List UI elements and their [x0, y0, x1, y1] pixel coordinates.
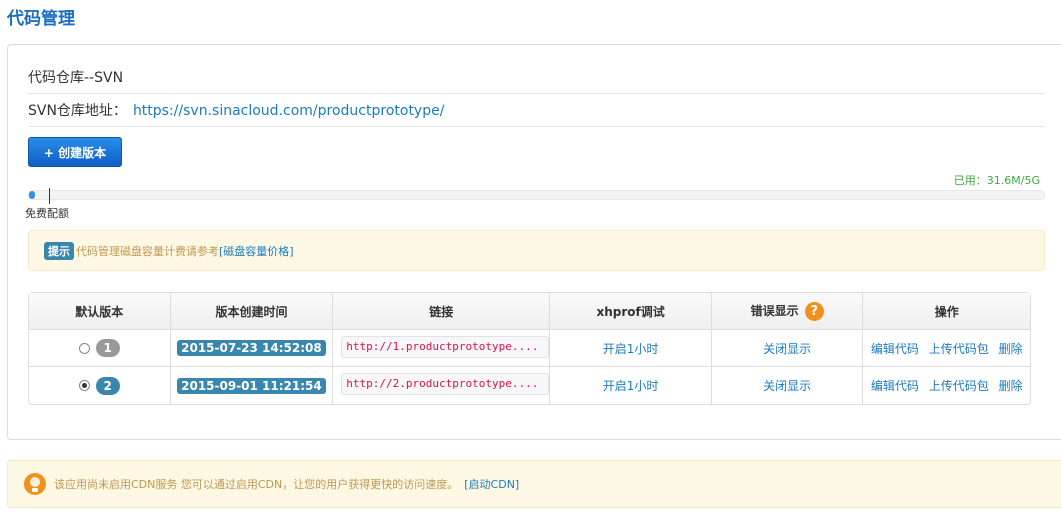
- free-quota-marker: [49, 188, 50, 204]
- link-cell: http://2.productprototype....: [333, 367, 551, 404]
- version-badge: 2: [95, 376, 120, 395]
- tip-text: 代码管理磁盘容量计费请参考: [76, 244, 219, 258]
- enable-cdn-link[interactable]: [启动CDN]: [464, 476, 519, 492]
- error-display-cell: 关闭显示: [711, 330, 864, 367]
- col-link: 链接: [333, 293, 551, 330]
- xhprof-enable-link[interactable]: 开启1小时: [603, 379, 659, 393]
- delete-link[interactable]: 删除: [999, 342, 1023, 356]
- tip-badge: 提示: [44, 241, 74, 260]
- edit-code-link[interactable]: 编辑代码: [871, 342, 919, 356]
- repo-title: 代码仓库--SVN: [28, 70, 124, 86]
- cdn-notice: 该应用尚未启用CDN服务 您可以通过启用CDN，让您的用户获得更快的访问速度。 …: [7, 460, 1061, 508]
- created-time-cell: 2015-07-23 14:52:08: [170, 330, 334, 367]
- upload-package-link[interactable]: 上传代码包: [929, 342, 989, 356]
- xhprof-cell: 开启1小时: [550, 367, 712, 404]
- help-icon[interactable]: ?: [804, 301, 824, 321]
- page-title: 代码管理: [7, 9, 75, 29]
- storage-progress-bar: [28, 190, 1045, 200]
- free-quota-label: 免费配额: [25, 207, 69, 220]
- version-url[interactable]: http://2.productprototype....: [341, 373, 550, 395]
- repo-address: SVN仓库地址： https://svn.sinacloud.com/produc…: [28, 100, 444, 120]
- repo-address-link[interactable]: https://svn.sinacloud.com/productprototy…: [133, 103, 445, 119]
- created-time-badge: 2015-07-23 14:52:08: [177, 340, 326, 356]
- delete-link[interactable]: 删除: [999, 379, 1023, 393]
- col-created-time: 版本创建时间: [170, 293, 334, 330]
- divider: [28, 93, 1045, 94]
- table-header-row: 默认版本 版本创建时间 链接 xhprof调试 错误显示 ? 操作: [29, 293, 1030, 330]
- actions-cell: 编辑代码 上传代码包 删除: [863, 367, 1030, 404]
- error-display-toggle[interactable]: 关闭显示: [763, 379, 811, 393]
- table-row: 2 2015-09-01 11:21:54 http://2.productpr…: [29, 367, 1030, 404]
- error-display-toggle[interactable]: 关闭显示: [763, 342, 811, 356]
- table-row: 1 2015-07-23 14:52:08 http://1.productpr…: [29, 330, 1030, 367]
- created-time-badge: 2015-09-01 11:21:54: [177, 377, 326, 394]
- storage-progress-fill: [29, 191, 36, 199]
- lightbulb-icon: [24, 473, 46, 495]
- tip-box: 提示 代码管理磁盘容量计费请参考 [磁盘容量价格]: [28, 230, 1045, 271]
- col-default-version: 默认版本: [29, 293, 171, 330]
- col-actions: 操作: [863, 293, 1030, 330]
- actions-cell: 编辑代码 上传代码包 删除: [863, 330, 1030, 367]
- error-display-cell: 关闭显示: [712, 367, 864, 404]
- disk-price-link[interactable]: [磁盘容量价格]: [219, 243, 294, 259]
- create-version-button[interactable]: + 创建版本: [28, 137, 122, 167]
- default-version-radio[interactable]: [78, 342, 90, 354]
- created-time-cell: 2015-09-01 11:21:54: [171, 367, 334, 404]
- upload-package-link[interactable]: 上传代码包: [929, 379, 989, 393]
- default-version-radio[interactable]: [78, 380, 90, 391]
- xhprof-enable-link[interactable]: 开启1小时: [603, 342, 659, 356]
- cdn-notice-text: 该应用尚未启用CDN服务 您可以通过启用CDN，让您的用户获得更快的访问速度。: [54, 478, 459, 491]
- usage-label: 已用：31.6M/5G: [953, 174, 1040, 187]
- version-badge: 1: [95, 339, 120, 357]
- col-error-display-label: 错误显示: [750, 303, 799, 318]
- col-error-display: 错误显示 ?: [711, 293, 864, 330]
- default-version-cell: 2: [29, 367, 171, 404]
- versions-table: 默认版本 版本创建时间 链接 xhprof调试 错误显示 ? 操作 1 2015…: [28, 292, 1031, 405]
- version-url[interactable]: http://1.productprototype....: [341, 335, 550, 358]
- divider: [28, 126, 1045, 127]
- edit-code-link[interactable]: 编辑代码: [871, 379, 919, 393]
- xhprof-cell: 开启1小时: [550, 330, 712, 367]
- col-xhprof: xhprof调试: [550, 293, 712, 330]
- repo-address-label: SVN仓库地址：: [28, 103, 127, 119]
- default-version-cell: 1: [29, 330, 171, 367]
- link-cell: http://1.productprototype....: [333, 330, 551, 367]
